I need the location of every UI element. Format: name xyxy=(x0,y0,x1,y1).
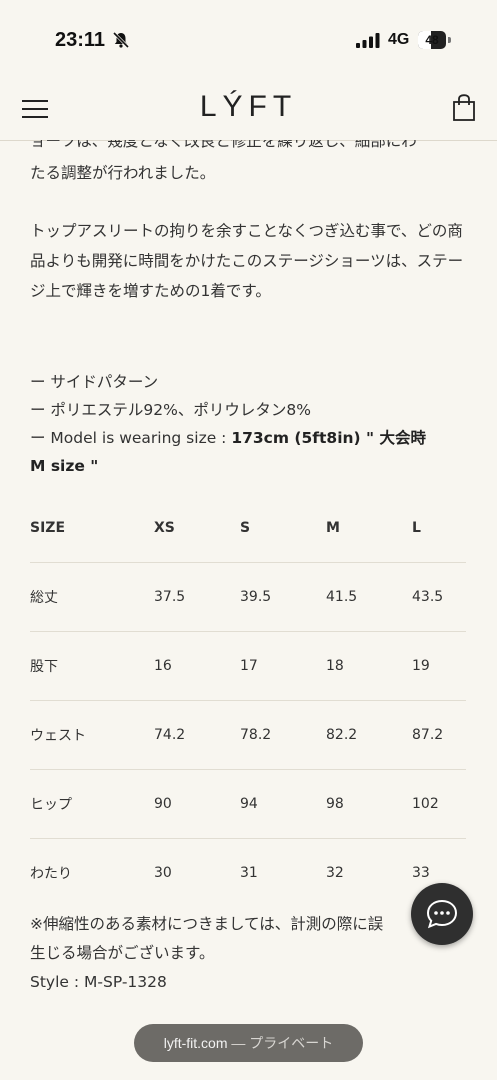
table-cell: 17 xyxy=(240,658,258,674)
product-description: ョーツは、幾度となく改良と修正を繰り返し、細部にわ たる調整が行われました。 ト… xyxy=(30,140,470,480)
column-header: L xyxy=(412,520,421,536)
table-cell: 87.2 xyxy=(412,727,444,743)
column-header: SIZE xyxy=(30,520,66,536)
battery-percent: 48 xyxy=(425,33,439,47)
spec-list: ー サイドパターン ー ポリエステル92%、ポリウレタン8% ー Model i… xyxy=(30,368,470,480)
clock: 23:11 xyxy=(55,29,106,51)
chat-bubble-icon xyxy=(426,899,458,929)
table-cell: 32 xyxy=(326,865,344,881)
description-paragraph: トップアスリートの拘りを余すことなくつぎ込む事で、どの商品よりも開発に時間をかけ… xyxy=(30,222,464,300)
status-bar: 23:11 4G 48 xyxy=(0,0,497,80)
table-cell: 82.2 xyxy=(326,727,358,743)
table-cell: 31 xyxy=(240,865,258,881)
network-type: 4G xyxy=(388,31,410,48)
column-header: XS xyxy=(154,520,175,536)
browser-address-pill[interactable]: lyft-fit.com — プライベート xyxy=(134,1024,363,1062)
description-line: たる調整が行われました。 xyxy=(30,164,216,182)
row-label: ヒップ xyxy=(30,797,72,813)
description-cut-line: ョーツは、幾度となく改良と修正を繰り返し、細部にわ xyxy=(30,140,417,150)
note-line: 生じる場合がございます。 xyxy=(30,944,215,962)
table-cell: 37.5 xyxy=(154,589,186,605)
table-cell: 30 xyxy=(154,865,172,881)
site-domain: lyft-fit.com xyxy=(163,1035,228,1051)
table-cell: 90 xyxy=(154,796,172,812)
site-logo[interactable]: LÝFT xyxy=(0,90,497,124)
table-cell: 16 xyxy=(154,658,172,674)
spec-item: ー サイドパターン xyxy=(30,373,159,391)
bell-slash-icon xyxy=(112,31,130,49)
row-label: わたり xyxy=(30,866,72,882)
note-line: ※伸縮性のある素材につきましては、計測の際に誤 xyxy=(30,915,384,933)
row-label: ウェスト xyxy=(30,728,86,744)
spec-item-model: ー Model is wearing size : 173cm (5ft8in)… xyxy=(30,429,427,475)
column-header: M xyxy=(326,520,340,536)
table-cell: 19 xyxy=(412,658,430,674)
table-cell: 39.5 xyxy=(240,589,272,605)
table-row: 股下 16 17 18 19 xyxy=(30,632,466,701)
size-note: ※伸縮性のある素材につきましては、計測の際に誤 生じる場合がございます。 Sty… xyxy=(30,910,470,997)
style-code: Style : M-SP-1328 xyxy=(30,973,167,991)
signal-bars-icon xyxy=(356,33,380,48)
table-row: ヒップ 90 94 98 102 xyxy=(30,770,466,839)
size-table: SIZE XS S M L 総丈 37.5 39.5 41.5 43.5 股下 … xyxy=(30,494,466,907)
table-cell: 43.5 xyxy=(412,589,444,605)
table-row: 総丈 37.5 39.5 41.5 43.5 xyxy=(30,563,466,632)
table-row: ウェスト 74.2 78.2 82.2 87.2 xyxy=(30,701,466,770)
private-mode-label: — プライベート xyxy=(227,1035,334,1051)
table-cell: 98 xyxy=(326,796,344,812)
table-cell: 74.2 xyxy=(154,727,186,743)
site-header: LÝFT xyxy=(0,80,497,141)
shopping-bag-icon[interactable] xyxy=(452,94,476,122)
table-cell: 78.2 xyxy=(240,727,272,743)
row-label: 総丈 xyxy=(30,590,58,606)
battery-indicator: 48 xyxy=(418,31,452,49)
spec-item: ー ポリエステル92%、ポリウレタン8% xyxy=(30,401,311,419)
table-row: わたり 30 31 32 33 xyxy=(30,839,466,908)
table-cell: 94 xyxy=(240,796,258,812)
table-cell: 41.5 xyxy=(326,589,358,605)
chat-button[interactable] xyxy=(411,883,473,945)
table-cell: 18 xyxy=(326,658,344,674)
table-header-row: SIZE XS S M L xyxy=(30,494,466,563)
column-header: S xyxy=(240,520,251,536)
table-cell: 102 xyxy=(412,796,439,812)
row-label: 股下 xyxy=(30,659,58,675)
